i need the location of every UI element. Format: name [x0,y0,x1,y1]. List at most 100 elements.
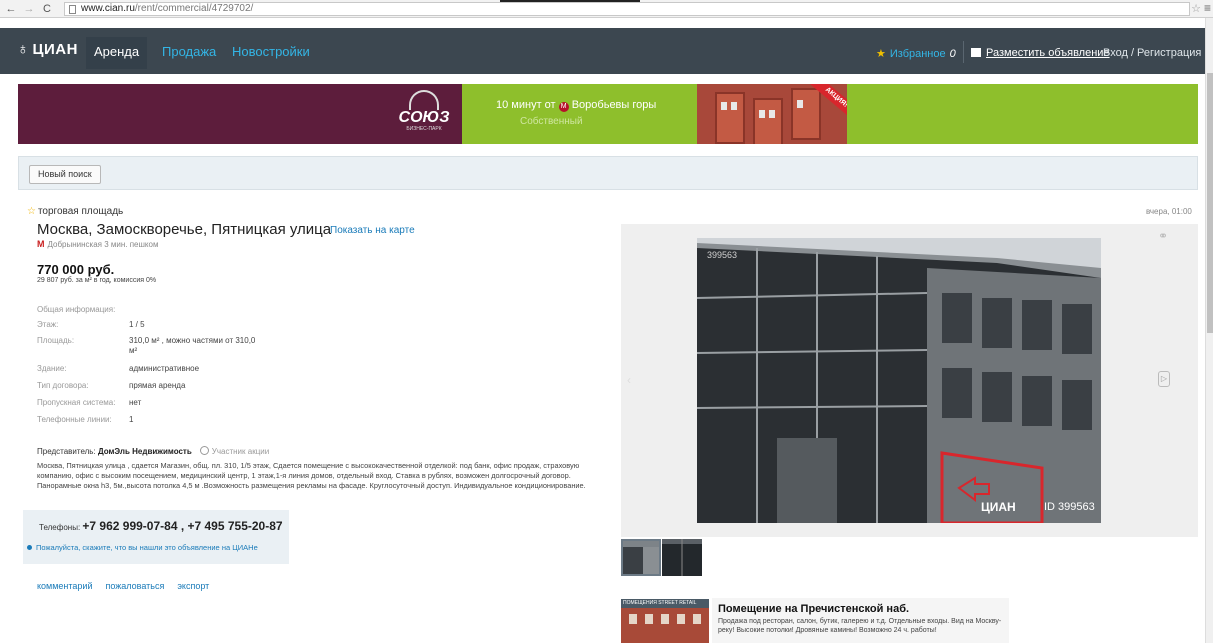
rep-label: Представитель: [37,447,96,456]
ad-image[interactable]: ПОМЕЩЕНИЯ STREET RETAIL [621,599,709,643]
metro-text: Добрынинская 3 мин. пешком [47,240,159,249]
ad-banner[interactable]: СОЮЗ БИЗНЕС-ПАРК 10 минут от M Воробьевы… [18,84,1198,144]
info-label: Здание: [37,364,67,373]
post-ad-label: Разместить объявление [986,47,1110,59]
tab-edge [500,0,640,2]
rep-badge: Участник акции [199,446,269,456]
back-button[interactable]: ← [4,3,18,15]
listing-actions: комментарий пожаловаться экспорт [37,581,222,591]
info-value: прямая аренда [129,381,186,390]
bookmark-star-icon[interactable]: ☆ [1191,2,1201,15]
badge-icon [199,446,209,455]
site-header: ♁ ЦИАН Аренда Продажа Новостройки ★ Избран… [0,28,1205,74]
metro-info: М Добрынинская 3 мин. пешком [37,239,158,249]
building-shape [791,88,821,140]
post-ad-link[interactable]: Разместить объявление [971,47,1110,59]
complain-link[interactable]: пожаловаться [105,581,164,591]
login-link[interactable]: Вход / Регистрация [1103,47,1201,59]
phone-numbers[interactable]: +7 962 999-07-84 , +7 495 755-20-87 [82,519,282,533]
listing-description: Москва, Пятницкая улица , сдается Магази… [37,461,586,490]
favorites-star-icon: ★ [876,48,886,60]
fan-icon [409,90,439,110]
post-ad-icon [971,48,981,57]
header-divider [963,41,964,63]
main-photo[interactable] [697,238,1101,523]
banner-logo: СОЮЗ БИЗНЕС-ПАРК [398,90,450,140]
favorites-link[interactable]: ★ Избранное 0 [876,47,956,60]
search-bar: Новый поиск [18,156,1198,190]
comment-link[interactable]: комментарий [37,581,92,591]
logo-text: ЦИАН [32,41,78,58]
share-icon[interactable]: ⚭ [1158,229,1168,243]
info-label: Площадь: [37,336,75,345]
window-shape [769,110,775,118]
window-shape [759,110,765,118]
favorite-star-icon[interactable]: ☆ [27,206,36,217]
info-value: 1 / 5 [129,320,145,329]
thumbnail-image [662,539,702,576]
reload-button[interactable]: C [40,3,54,15]
cian-note-text: Пожалуйста, скажите, что вы нашли это об… [36,543,258,552]
info-value: административное [129,364,200,373]
photo-thumbnail[interactable] [662,539,702,576]
page-scrollbar[interactable] [1205,18,1213,643]
banner-right [847,84,1198,144]
cian-logo[interactable]: ♁ ЦИАН [17,41,78,59]
price-details: 29 807 руб. за м² в год, комиссия 0% [37,277,157,284]
info-heading: Общая информация: [37,305,116,314]
metro-icon: M [558,102,569,112]
logo-mark-icon: ♁ [17,41,30,58]
banner-metro: Воробьевы горы [571,99,657,111]
show-map-link[interactable]: Показать на карте [330,225,415,236]
scrollbar-thumb[interactable] [1207,73,1213,333]
banner-line1: 10 минут от M Воробьевы горы [496,99,656,112]
ad-tag: ПОМЕЩЕНИЯ STREET RETAIL [621,599,709,608]
phones-label: Телефоны: [39,523,81,532]
nav-new-buildings[interactable]: Новостройки [232,44,310,59]
listing-address: Москва, Замоскворечье, Пятницкая улица [37,221,332,238]
new-search-button[interactable]: Новый поиск [29,165,101,184]
favorites-label: Избранное [889,48,946,60]
banner-middle: 10 минут от M Воробьевы горы Собственный [462,84,697,144]
photo-id: ID 399563 [1044,501,1095,513]
posted-time: вчера, 01:00 [1146,207,1192,216]
info-label: Телефонные линии: [37,415,112,424]
browser-menu-icon[interactable]: ≡ [1204,1,1211,15]
info-label: Этаж: [37,320,59,329]
banner-image: АКЦИЯ! [697,84,847,144]
phone-box: Телефоны: +7 962 999-07-84 , +7 495 755-… [23,510,289,564]
ad-text: Продажа под ресторан, салон, бутик, гале… [718,618,1002,634]
info-value: 310,0 м² , можно частями от 310,0 м² [129,336,256,355]
banner-brand: СОЮЗ [398,109,450,126]
listing-price: 770 000 руб. [37,262,115,277]
rep-name[interactable]: ДомЭль Недвижимость [98,447,192,456]
banner-left: СОЮЗ БИЗНЕС-ПАРК [18,84,462,144]
building-photo [697,238,1101,523]
cian-note: Пожалуйста, скажите, что вы нашли это об… [27,543,258,552]
forward-button[interactable]: → [22,3,36,15]
info-value: нет [129,398,142,407]
nav-rent[interactable]: Аренда [86,37,148,69]
address-bar[interactable]: www.cian.ru/rent/commercial/4729702/ [64,2,1190,16]
ad-building-image [621,608,709,643]
prev-photo-icon[interactable]: ‹ [627,373,631,387]
representative: Представитель: ДомЭль Недвижимость Участн… [37,446,269,456]
listing-type-label: торговая площадь [37,206,124,217]
info-label: Тип договора: [37,381,89,390]
building-shape [753,98,783,144]
photo-thumbnail[interactable] [621,539,661,576]
window-shape [721,102,727,110]
favorites-count: 0 [949,48,956,60]
window-shape [797,100,803,108]
listing-type: ☆ торговая площадь [27,206,123,217]
export-link[interactable]: экспорт [177,581,209,591]
url-host: www.cian.ru [81,3,135,14]
nav-sale[interactable]: Продажа [162,44,216,59]
photo-watermark: 399563 [707,250,738,260]
next-photo-icon[interactable]: ▷ [1158,371,1170,387]
page-icon [69,5,76,14]
ad-title[interactable]: Помещение на Пречистенской наб. [718,603,909,615]
banner-brand-sub: БИЗНЕС-ПАРК [406,126,442,132]
photo-cian-logo: ЦИАН [981,500,1016,514]
url-path: /rent/commercial/4729702/ [134,3,254,14]
